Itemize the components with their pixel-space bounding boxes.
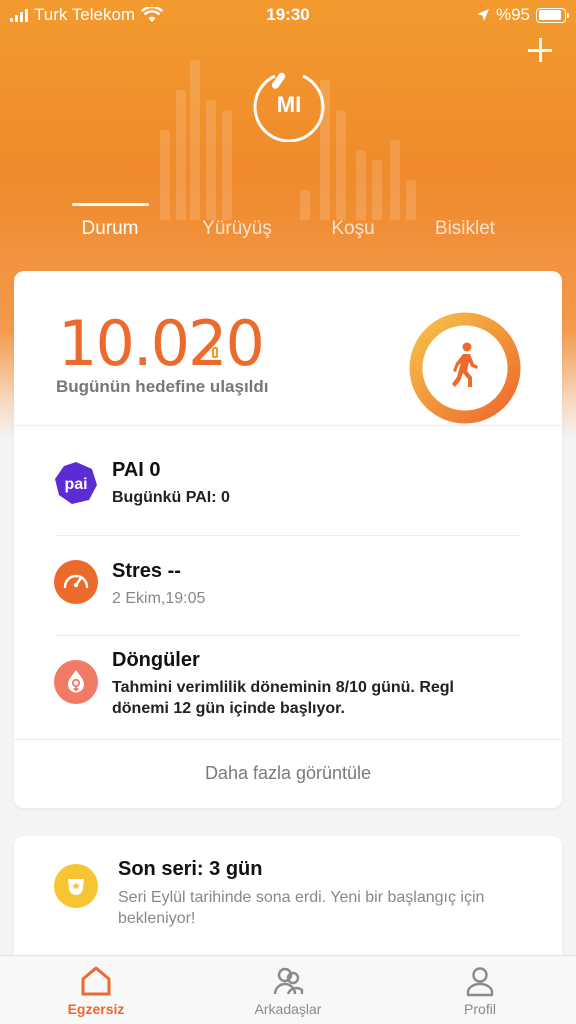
battery-percent: %95 [495,5,530,24]
tab-durum[interactable]: Durum [50,218,170,240]
logo-text: MI [277,92,301,117]
divider [56,535,520,536]
battery-icon [536,7,569,23]
divider [56,635,520,636]
pai-subtitle: Bugünkü PAI: 0 [112,489,230,506]
activity-tabs: Durum Yürüyüş Koşu Bisiklet [0,200,576,250]
home-icon [81,966,111,996]
mi-logo: MI [253,72,325,142]
pai-title: PAI 0 [112,459,161,481]
nav-profile-label: Profil [464,1001,496,1017]
tab-yuruyus[interactable]: Yürüyüş [177,218,297,240]
gauge-icon [54,560,98,604]
tab-bisiklet[interactable]: Bisiklet [405,218,525,240]
status-bar: Turk Telekom 19:30 %95 [0,0,576,30]
status-right: %95 [476,5,569,25]
stress-title: Stres -- [112,560,181,582]
active-tab-indicator [72,203,149,206]
female-icon [54,660,98,704]
cycles-subtitle: Tahmini verimlilik döneminin 8/10 günü. … [112,679,454,717]
cycles-title: Döngüler [112,649,200,671]
nav-profile[interactable]: Profil [420,964,540,1017]
location-arrow-icon [476,9,489,21]
streak-subtitle: Seri Eylül tarihinde sona erdi. Yeni bir… [118,889,485,927]
bottom-navigation: Egzersiz Arkadaşlar Profil [0,955,576,1024]
nav-exercise[interactable]: Egzersiz [36,964,156,1017]
friends-icon [273,967,304,995]
summary-card: 10.020 Bugünün hedefine ulaşıldı pai PAI… [14,271,562,808]
goal-status: Bugünün hedefine ulaşıldı [56,377,269,396]
step-count[interactable]: 10.020 [58,307,265,380]
nav-friends-label: Arkadaşlar [254,1001,322,1017]
tab-kosu[interactable]: Koşu [293,218,413,240]
step-goal-ring[interactable] [408,311,522,425]
nav-exercise-label: Egzersiz [67,1001,125,1017]
divider [14,739,562,740]
streak-title: Son seri: 3 gün [118,858,263,880]
stress-subtitle: 2 Ekim,19:05 [112,590,206,607]
svg-text:pai: pai [64,476,87,493]
divider [14,425,562,426]
pai-icon: pai [54,461,98,505]
add-button[interactable] [526,36,554,64]
streak-icon [54,864,98,908]
view-more-button[interactable]: Daha fazla görüntüle [14,763,562,784]
nav-friends[interactable]: Arkadaşlar [228,964,348,1017]
profile-icon [466,967,494,997]
band-icon [212,347,218,358]
